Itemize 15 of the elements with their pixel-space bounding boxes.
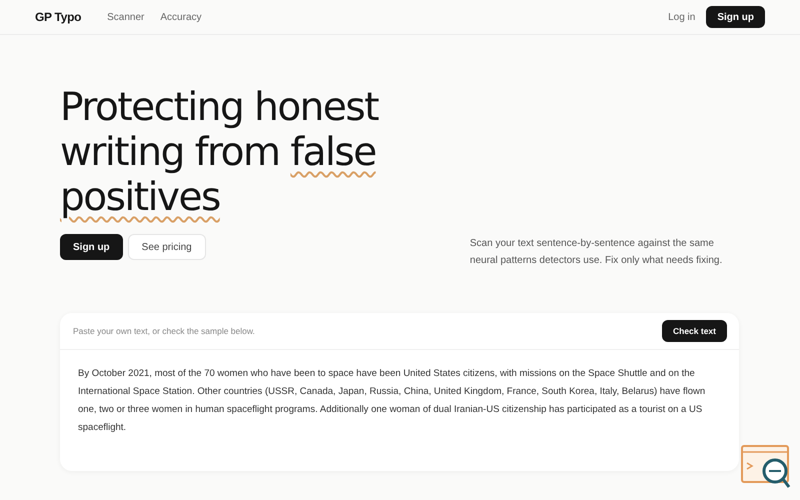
- headline-line: positives: [60, 175, 220, 220]
- nav-link[interactable]: Accuracy: [160, 10, 202, 24]
- hero-description: Scan your text sentence-by-sentence against the same neural patterns detectors use. Fix only what needs fixing.: [470, 237, 724, 268]
- headline-line: writing from false: [60, 130, 376, 175]
- signup-button[interactable]: Sign up: [60, 234, 123, 260]
- pricing-button[interactable]: See pricing: [128, 234, 206, 260]
- nav-link[interactable]: Scanner: [107, 10, 144, 24]
- login-link[interactable]: Log in: [668, 10, 696, 24]
- signup-button[interactable]: Sign up: [706, 6, 765, 28]
- sample-text: By October 2021, most of the 70 women who have been to space have been United States citizens, with missions on the Space Shuttle and on the International Space Station. Other countries (USSR, Canada, Japan, Russia, China, United Kingdom, France, South Korea, Italy, Belarus) have flown one, two or three women in human spaceflight programs. Additionally one woman of dual Iranian-US citizenship has participated as a tourist on a US spaceflight.: [77, 367, 706, 435]
- text-input-field[interactable]: Paste your own text, or check the sample below.: [73, 324, 662, 338]
- check-text-button[interactable]: Check text: [662, 320, 727, 342]
- logo[interactable]: GP Typo: [35, 8, 82, 26]
- headline-line: Protecting honest: [60, 85, 378, 130]
- document-search-icon[interactable]: [741, 445, 791, 489]
